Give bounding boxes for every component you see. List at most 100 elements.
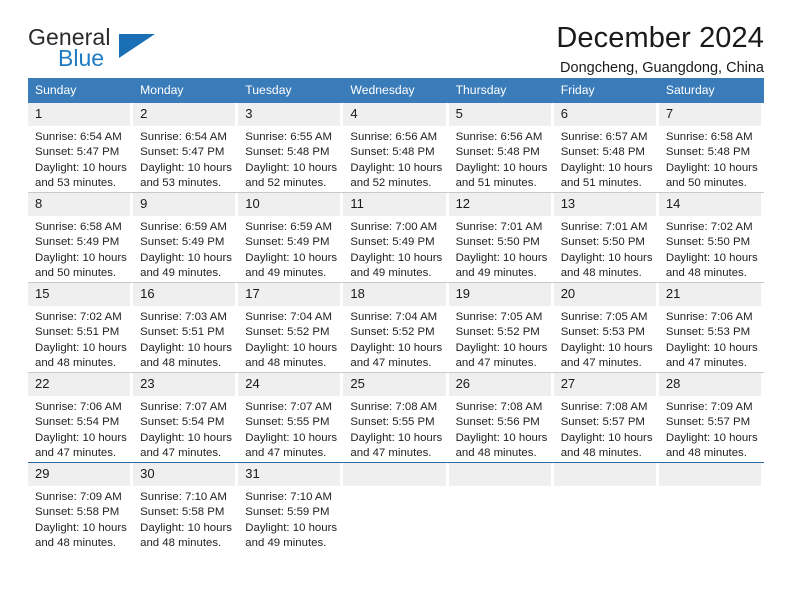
sunset-text: Sunset: 5:49 PM	[35, 236, 120, 249]
daylight-text-line2: and 47 minutes.	[665, 357, 747, 370]
weekday-header-thursday: Thursday	[448, 78, 554, 104]
daylight-text-line2: and 53 minutes.	[35, 177, 117, 190]
calendar-day-cell[interactable]: 28 Sunrise: 7:09 AM Sunset: 5:57 PM Dayligh…	[658, 373, 764, 463]
sunrise-text: Sunrise: 7:04 AM	[350, 310, 438, 323]
calendar-week-row: 1 Sunrise: 6:54 AM Sunset: 5:47 PM Daylight…	[28, 103, 764, 193]
calendar-day-cell[interactable]: 31 Sunrise: 7:10 AM Sunset: 5:59 PM Dayligh…	[238, 463, 343, 552]
day-details: Sunrise: 7:02 AM Sunset: 5:50 PM Daylight:…	[659, 216, 761, 283]
daylight-text-line1: Daylight: 10 hours	[560, 341, 653, 354]
daylight-text-line2: and 48 minutes.	[560, 447, 642, 460]
calendar-day-cell[interactable]: 11 Sunrise: 7:00 AM Sunset: 5:49 PM Dayligh…	[343, 193, 448, 282]
day-number: 8	[28, 193, 131, 216]
calendar-day-cell[interactable]: 30 Sunrise: 7:10 AM Sunset: 5:58 PM Dayligh…	[133, 463, 238, 552]
calendar-day-cell[interactable]: 9 Sunrise: 6:59 AM Sunset: 5:49 PM Daylight…	[133, 193, 238, 282]
day-number: 26	[448, 373, 551, 396]
sunrise-text: Sunrise: 7:09 AM	[665, 400, 753, 413]
day-details: Sunrise: 7:09 AM Sunset: 5:57 PM Daylight:…	[659, 396, 761, 463]
calendar-day-cell[interactable]: 4 Sunrise: 6:56 AM Sunset: 5:48 PM Daylight…	[343, 103, 448, 192]
daylight-text-line2: and 53 minutes.	[140, 177, 222, 190]
calendar-day-cell[interactable]: 26 Sunrise: 7:08 AM Sunset: 5:56 PM Dayligh…	[448, 373, 554, 463]
calendar-day-cell[interactable]: 15 Sunrise: 7:02 AM Sunset: 5:51 PM Dayligh…	[28, 283, 133, 372]
sunset-text: Sunset: 5:50 PM	[665, 236, 751, 249]
daylight-text-line2: and 50 minutes.	[665, 177, 747, 190]
calendar-day-cell[interactable]: 19 Sunrise: 7:05 AM Sunset: 5:52 PM Dayligh…	[448, 283, 554, 372]
calendar-day-cell[interactable]: 27 Sunrise: 7:08 AM Sunset: 5:57 PM Dayligh…	[553, 373, 659, 462]
day-number: 12	[448, 193, 551, 216]
sunrise-text: Sunrise: 7:05 AM	[560, 310, 648, 323]
calendar-day-cell[interactable]: 12 Sunrise: 7:01 AM Sunset: 5:50 PM Dayligh…	[448, 193, 554, 282]
calendar-day-cell[interactable]: 1 Sunrise: 6:54 AM Sunset: 5:47 PM Daylight…	[28, 103, 133, 192]
calendar-header-row: Sunday Monday Tuesday Wednesday Thursday…	[28, 78, 764, 104]
calendar-day-cell[interactable]: 21 Sunrise: 7:06 AM Sunset: 5:53 PM Dayligh…	[658, 283, 764, 373]
calendar-day-cell[interactable]: 3 Sunrise: 6:55 AM Sunset: 5:48 PM Daylight…	[238, 103, 343, 192]
sunset-text: Sunset: 5:55 PM	[350, 416, 435, 429]
sunrise-text: Sunrise: 7:08 AM	[350, 400, 438, 413]
daylight-text-line1: Daylight: 10 hours	[35, 161, 127, 174]
calendar-day-cell[interactable]: 20 Sunrise: 7:05 AM Sunset: 5:53 PM Dayligh…	[553, 283, 659, 372]
calendar-day-cell[interactable]: 24 Sunrise: 7:07 AM Sunset: 5:55 PM Dayligh…	[238, 373, 343, 462]
sunrise-text: Sunrise: 6:58 AM	[35, 220, 122, 233]
daylight-text-line1: Daylight: 10 hours	[35, 431, 127, 444]
sunset-text: Sunset: 5:52 PM	[245, 326, 330, 339]
day-details: Sunrise: 7:01 AM Sunset: 5:50 PM Daylight:…	[554, 216, 656, 283]
sunset-text: Sunset: 5:53 PM	[560, 326, 645, 339]
day-number	[343, 463, 446, 486]
day-number: 24	[238, 373, 341, 396]
calendar-day-cell[interactable]: 2 Sunrise: 6:54 AM Sunset: 5:47 PM Daylight…	[133, 103, 238, 192]
day-number: 7	[658, 103, 761, 126]
day-details: Sunrise: 7:09 AM Sunset: 5:58 PM Daylight:…	[28, 486, 130, 553]
day-details: Sunrise: 7:07 AM Sunset: 5:55 PM Daylight:…	[238, 396, 340, 463]
day-number: 9	[133, 193, 236, 216]
calendar-day-cell[interactable]: 22 Sunrise: 7:06 AM Sunset: 5:54 PM Dayligh…	[28, 373, 133, 462]
sunrise-text: Sunrise: 6:58 AM	[665, 130, 753, 143]
weekday-header-saturday: Saturday	[658, 78, 764, 104]
daylight-text-line1: Daylight: 10 hours	[245, 341, 338, 354]
daylight-text-line2: and 48 minutes.	[245, 357, 327, 370]
sunset-text: Sunset: 5:48 PM	[665, 146, 751, 159]
daylight-text-line1: Daylight: 10 hours	[455, 161, 548, 174]
calendar-day-cell[interactable]: 13 Sunrise: 7:01 AM Sunset: 5:50 PM Dayligh…	[553, 193, 659, 283]
sunset-text: Sunset: 5:48 PM	[245, 146, 330, 159]
calendar-day-cell[interactable]: 17 Sunrise: 7:04 AM Sunset: 5:52 PM Dayligh…	[238, 283, 343, 372]
daylight-text-line1: Daylight: 10 hours	[35, 251, 127, 264]
weekday-header-tuesday: Tuesday	[238, 78, 344, 104]
day-number: 30	[133, 463, 236, 486]
daylight-text-line1: Daylight: 10 hours	[140, 251, 232, 264]
calendar-day-cell[interactable]: 14 Sunrise: 7:02 AM Sunset: 5:50 PM Dayligh…	[658, 193, 764, 283]
calendar-day-cell[interactable]: 5 Sunrise: 6:56 AM Sunset: 5:48 PM Daylight…	[448, 103, 554, 192]
day-number: 14	[658, 193, 761, 216]
daylight-text-line2: and 48 minutes.	[560, 267, 642, 280]
sunrise-text: Sunrise: 6:54 AM	[140, 130, 227, 143]
sunrise-text: Sunrise: 7:08 AM	[560, 400, 648, 413]
daylight-text-line2: and 51 minutes.	[455, 177, 537, 190]
calendar-day-cell[interactable]: 8 Sunrise: 6:58 AM Sunset: 5:49 PM Daylight…	[28, 193, 133, 282]
sunset-text: Sunset: 5:58 PM	[140, 506, 225, 519]
daylight-text-line1: Daylight: 10 hours	[245, 431, 338, 444]
daylight-text-line2: and 50 minutes.	[35, 267, 117, 280]
calendar-day-cell[interactable]: 25 Sunrise: 7:08 AM Sunset: 5:55 PM Dayligh…	[343, 373, 448, 462]
sunrise-text: Sunrise: 7:09 AM	[35, 490, 122, 503]
calendar-day-cell[interactable]: 18 Sunrise: 7:04 AM Sunset: 5:52 PM Dayligh…	[343, 283, 448, 372]
calendar-day-cell[interactable]: 10 Sunrise: 6:59 AM Sunset: 5:49 PM Dayligh…	[238, 193, 343, 282]
calendar-day-cell[interactable]: 23 Sunrise: 7:07 AM Sunset: 5:54 PM Dayligh…	[133, 373, 238, 462]
calendar-day-cell[interactable]: 16 Sunrise: 7:03 AM Sunset: 5:51 PM Dayligh…	[133, 283, 238, 372]
daylight-text-line1: Daylight: 10 hours	[350, 431, 443, 444]
calendar-day-cell[interactable]: 7 Sunrise: 6:58 AM Sunset: 5:48 PM Daylight…	[658, 103, 764, 192]
sunrise-text: Sunrise: 7:03 AM	[140, 310, 227, 323]
day-details: Sunrise: 6:59 AM Sunset: 5:49 PM Daylight:…	[238, 216, 340, 283]
calendar-day-cell[interactable]: 29 Sunrise: 7:09 AM Sunset: 5:58 PM Dayligh…	[28, 463, 133, 552]
day-details: Sunrise: 7:10 AM Sunset: 5:58 PM Daylight:…	[133, 486, 235, 553]
daylight-text-line2: and 51 minutes.	[560, 177, 642, 190]
calendar-day-cell[interactable]: 6 Sunrise: 6:57 AM Sunset: 5:48 PM Daylight…	[553, 103, 659, 192]
generalblue-logo[interactable]: General Blue	[28, 22, 158, 74]
daylight-text-line1: Daylight: 10 hours	[560, 431, 653, 444]
day-details: Sunrise: 7:06 AM Sunset: 5:53 PM Daylight:…	[659, 306, 761, 373]
sunrise-text: Sunrise: 7:04 AM	[245, 310, 333, 323]
sunrise-text: Sunrise: 7:01 AM	[560, 220, 648, 233]
daylight-text-line2: and 48 minutes.	[35, 357, 117, 370]
page-subtitle: Dongcheng, Guangdong, China	[560, 60, 764, 77]
day-number: 11	[343, 193, 446, 216]
sunset-text: Sunset: 5:48 PM	[455, 146, 540, 159]
daylight-text-line1: Daylight: 10 hours	[455, 431, 548, 444]
day-details: Sunrise: 7:08 AM Sunset: 5:56 PM Daylight:…	[449, 396, 551, 463]
